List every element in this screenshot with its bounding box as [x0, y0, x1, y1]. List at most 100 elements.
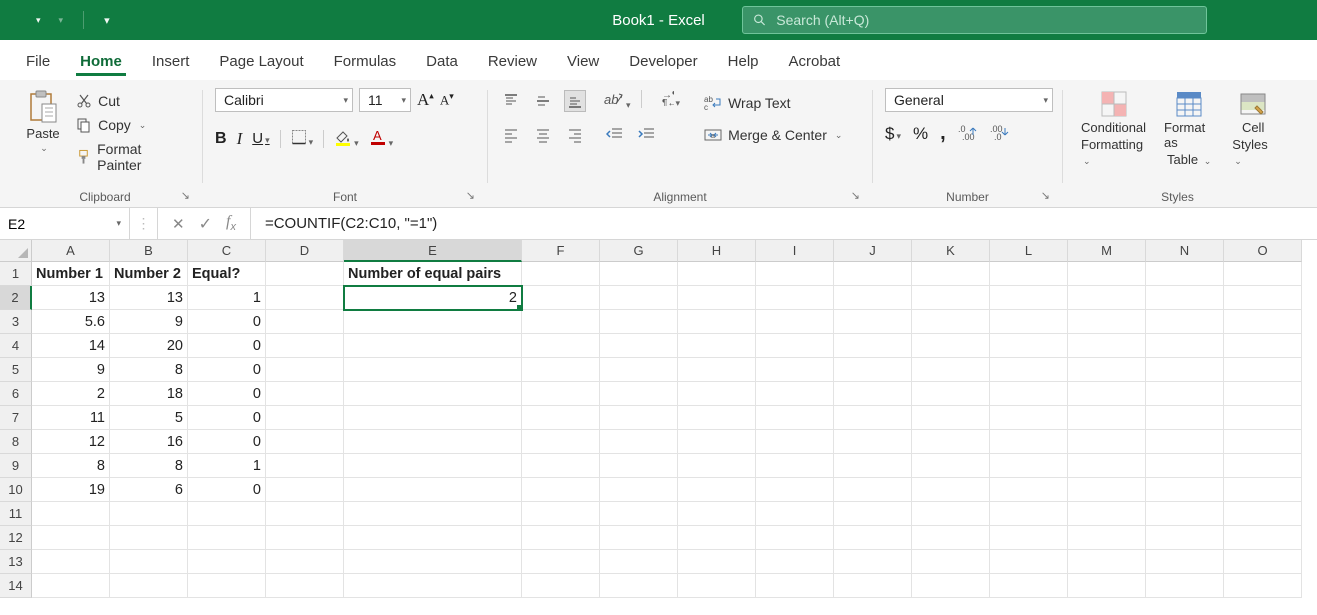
cell-D3[interactable]	[266, 310, 344, 334]
row-header-4[interactable]: 4	[0, 334, 32, 358]
cell-C4[interactable]: 0	[188, 334, 266, 358]
cell-K3[interactable]	[912, 310, 990, 334]
cell-F14[interactable]	[522, 574, 600, 598]
cell-M2[interactable]	[1068, 286, 1146, 310]
cell-A10[interactable]: 19	[32, 478, 110, 502]
cell-L13[interactable]	[990, 550, 1068, 574]
cell-B9[interactable]: 8	[110, 454, 188, 478]
cell-G9[interactable]	[600, 454, 678, 478]
cell-F2[interactable]	[522, 286, 600, 310]
bold-button[interactable]: B	[215, 130, 227, 148]
cell-A1[interactable]: Number 1	[32, 262, 110, 286]
cut-button[interactable]: Cut	[70, 90, 190, 112]
cell-M10[interactable]	[1068, 478, 1146, 502]
cell-L5[interactable]	[990, 358, 1068, 382]
cell-I5[interactable]	[756, 358, 834, 382]
cell-J8[interactable]	[834, 430, 912, 454]
cell-B3[interactable]: 9	[110, 310, 188, 334]
cell-D4[interactable]	[266, 334, 344, 358]
row-header-6[interactable]: 6	[0, 382, 32, 406]
underline-button[interactable]: U▾	[252, 130, 269, 147]
column-header-N[interactable]: N	[1146, 240, 1224, 262]
cell-H11[interactable]	[678, 502, 756, 526]
cell-D13[interactable]	[266, 550, 344, 574]
cell-K8[interactable]	[912, 430, 990, 454]
column-header-L[interactable]: L	[990, 240, 1068, 262]
cell-E9[interactable]	[344, 454, 522, 478]
cell-L11[interactable]	[990, 502, 1068, 526]
wrap-text-button[interactable]: abcWrap Text	[698, 92, 848, 114]
cell-I9[interactable]	[756, 454, 834, 478]
cell-J4[interactable]	[834, 334, 912, 358]
cell-I8[interactable]	[756, 430, 834, 454]
cell-O9[interactable]	[1224, 454, 1302, 478]
cell-L4[interactable]	[990, 334, 1068, 358]
align-center-icon[interactable]	[532, 124, 554, 146]
cell-B7[interactable]: 5	[110, 406, 188, 430]
cell-C10[interactable]: 0	[188, 478, 266, 502]
cell-D9[interactable]	[266, 454, 344, 478]
cell-K11[interactable]	[912, 502, 990, 526]
enter-formula-icon[interactable]: ✓	[199, 214, 212, 234]
cell-I11[interactable]	[756, 502, 834, 526]
cell-L1[interactable]	[990, 262, 1068, 286]
cell-N7[interactable]	[1146, 406, 1224, 430]
cell-B6[interactable]: 18	[110, 382, 188, 406]
tab-review[interactable]: Review	[474, 45, 551, 80]
cell-G6[interactable]	[600, 382, 678, 406]
cell-H8[interactable]	[678, 430, 756, 454]
cell-B5[interactable]: 8	[110, 358, 188, 382]
cell-F4[interactable]	[522, 334, 600, 358]
search-input[interactable]	[776, 12, 1196, 28]
cell-C5[interactable]: 0	[188, 358, 266, 382]
undo-button[interactable]: ▾	[32, 15, 41, 26]
cell-A12[interactable]	[32, 526, 110, 550]
row-header-10[interactable]: 10	[0, 478, 32, 502]
cell-L8[interactable]	[990, 430, 1068, 454]
cell-E1[interactable]: Number of equal pairs	[344, 262, 522, 286]
cell-I12[interactable]	[756, 526, 834, 550]
cell-B10[interactable]: 6	[110, 478, 188, 502]
cell-N4[interactable]	[1146, 334, 1224, 358]
font-size-combo[interactable]: 11▾	[359, 88, 411, 112]
cell-O14[interactable]	[1224, 574, 1302, 598]
cell-O4[interactable]	[1224, 334, 1302, 358]
copy-button[interactable]: Copy⌄	[70, 114, 190, 136]
row-header-2[interactable]: 2	[0, 286, 32, 310]
alignment-launcher-icon[interactable]: ↘	[851, 189, 860, 202]
fx-icon[interactable]: fx	[226, 213, 236, 233]
cell-L9[interactable]	[990, 454, 1068, 478]
cell-G4[interactable]	[600, 334, 678, 358]
cell-D5[interactable]	[266, 358, 344, 382]
cell-K12[interactable]	[912, 526, 990, 550]
cell-J1[interactable]	[834, 262, 912, 286]
cell-F9[interactable]	[522, 454, 600, 478]
cell-B14[interactable]	[110, 574, 188, 598]
cell-H2[interactable]	[678, 286, 756, 310]
cell-O6[interactable]	[1224, 382, 1302, 406]
cell-A4[interactable]: 14	[32, 334, 110, 358]
cell-G12[interactable]	[600, 526, 678, 550]
conditional-formatting-button[interactable]: Conditional Formatting ⌄	[1075, 88, 1152, 169]
cell-I2[interactable]	[756, 286, 834, 310]
cell-E10[interactable]	[344, 478, 522, 502]
cell-M4[interactable]	[1068, 334, 1146, 358]
cell-F8[interactable]	[522, 430, 600, 454]
borders-button[interactable]: ▾	[291, 129, 314, 148]
cell-K9[interactable]	[912, 454, 990, 478]
cell-H10[interactable]	[678, 478, 756, 502]
cell-H12[interactable]	[678, 526, 756, 550]
merge-center-button[interactable]: aMerge & Center⌄	[698, 124, 848, 146]
column-header-M[interactable]: M	[1068, 240, 1146, 262]
orientation-button[interactable]: ab▾	[604, 90, 631, 111]
row-header-1[interactable]: 1	[0, 262, 32, 286]
cell-A8[interactable]: 12	[32, 430, 110, 454]
cell-K5[interactable]	[912, 358, 990, 382]
cell-E5[interactable]	[344, 358, 522, 382]
search-box[interactable]	[742, 6, 1207, 34]
increase-indent-icon[interactable]	[636, 123, 658, 145]
cell-C1[interactable]: Equal?	[188, 262, 266, 286]
cell-A3[interactable]: 5.6	[32, 310, 110, 334]
name-box[interactable]: ▾	[0, 208, 130, 239]
cell-O10[interactable]	[1224, 478, 1302, 502]
